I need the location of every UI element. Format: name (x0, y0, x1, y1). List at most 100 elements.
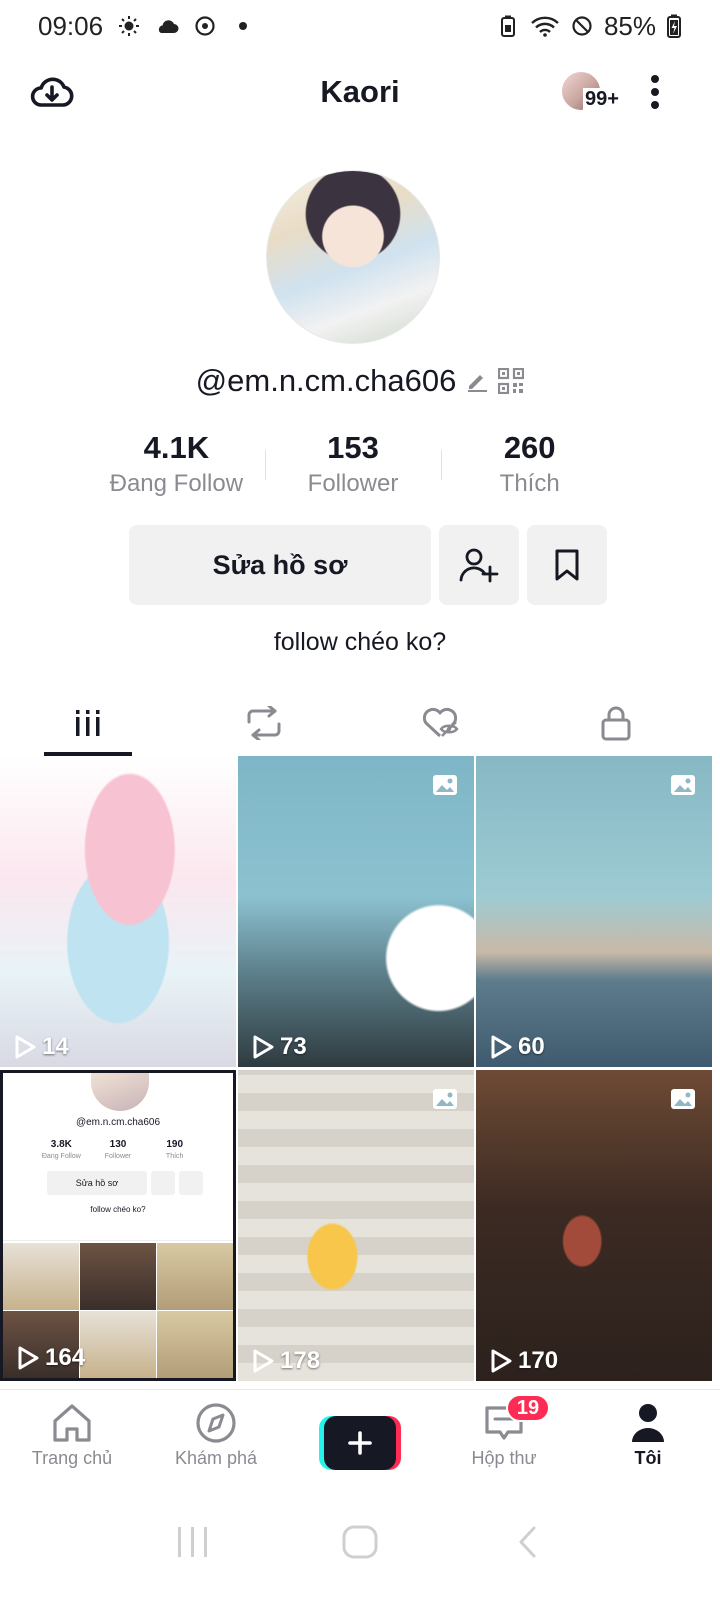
person-icon (632, 1404, 664, 1442)
username-row: @em.n.cm.cha606 (0, 360, 720, 402)
thumbnail-edit-button: Sửa hồ sơ (47, 1171, 147, 1195)
tab-liked[interactable] (352, 690, 528, 756)
thumbnail-stat-value: 3.8K (50, 1139, 72, 1150)
battery-saver-icon (496, 14, 520, 38)
home-icon (53, 1404, 91, 1442)
stat-value: 4.1K (143, 430, 210, 465)
home-button-icon[interactable] (336, 1518, 384, 1566)
wifi-icon (530, 14, 560, 38)
battery-charging-icon (666, 14, 682, 38)
nav-label: Trang chủ (31, 1448, 113, 1468)
play-icon (15, 1035, 36, 1059)
view-count-value: 170 (518, 1347, 559, 1374)
nav-create[interactable] (288, 1390, 432, 1483)
photo-post-icon (432, 774, 458, 796)
sync-icon (193, 14, 217, 38)
nav-label: Khám phá (174, 1448, 258, 1468)
nav-discover[interactable]: Khám phá (144, 1390, 288, 1483)
stat-value: 153 (327, 430, 379, 465)
thumbnail-stat-value: 190 (166, 1139, 184, 1150)
stat-following[interactable]: 4.1K Đang Follow (88, 428, 265, 502)
stat-label: Follower (307, 470, 399, 497)
video-tile[interactable]: 170 (476, 1070, 712, 1381)
view-count: 60 (490, 1033, 545, 1061)
add-user-icon (459, 548, 499, 583)
video-tile[interactable]: 14 (0, 756, 236, 1067)
nav-profile[interactable]: Tôi (576, 1390, 720, 1483)
view-count-value: 164 (45, 1344, 86, 1371)
notification-count: 99+ (583, 88, 621, 111)
cloud-icon (155, 14, 179, 38)
play-icon (253, 1035, 274, 1059)
stat-label: Đang Follow (109, 470, 244, 497)
compass-icon (196, 1403, 236, 1443)
view-count-value: 14 (42, 1033, 69, 1060)
add-friend-button[interactable] (439, 525, 519, 605)
video-tile[interactable]: 178 (238, 1070, 474, 1381)
bookmark-icon (555, 549, 579, 581)
stat-followers[interactable]: 153 Follower (264, 428, 442, 502)
profile-avatar[interactable] (266, 170, 440, 344)
nav-inbox[interactable]: Hộp thư 19 (432, 1390, 576, 1483)
thumbnail-stat-value: 130 (109, 1139, 127, 1150)
create-button[interactable] (319, 1416, 401, 1470)
photo-post-icon (670, 774, 696, 796)
back-icon[interactable] (503, 1518, 551, 1566)
play-icon (491, 1035, 512, 1059)
recents-icon[interactable] (169, 1518, 217, 1566)
battery-percent: 85% (603, 10, 656, 41)
tab-reposts[interactable] (176, 690, 352, 756)
view-count: 178 (252, 1347, 320, 1375)
system-navigation (0, 1483, 720, 1600)
username: @em.n.cm.cha606 (195, 363, 457, 398)
thumbnail-stat-label: Đang Follow (41, 1153, 81, 1160)
profile-actions: Sửa hồ sơ (129, 525, 607, 605)
view-count: 14 (14, 1033, 69, 1061)
nav-home[interactable]: Trang chủ (0, 1390, 144, 1483)
thumbnail-add-user-icon (151, 1171, 175, 1195)
edit-profile-button[interactable]: Sửa hồ sơ (129, 525, 431, 605)
bottom-navigation: Trang chủ Khám phá Hộp thư 19 Tôi (0, 1389, 720, 1483)
tab-videos[interactable] (0, 690, 176, 756)
view-count: 170 (490, 1347, 558, 1375)
edit-pencil-icon[interactable] (464, 368, 490, 394)
view-count-value: 178 (280, 1347, 321, 1374)
favorites-button[interactable] (527, 525, 607, 605)
nav-label: Tôi (634, 1448, 662, 1468)
play-icon (18, 1346, 39, 1370)
visitors-button[interactable]: 99+ (560, 68, 628, 116)
view-count-value: 73 (280, 1033, 307, 1060)
inbox-badge: 19 (506, 1394, 550, 1422)
grid-videos-icon (76, 710, 100, 736)
view-count-value: 60 (518, 1033, 545, 1060)
tab-private[interactable] (528, 690, 704, 756)
video-tile[interactable]: 60 (476, 756, 712, 1067)
content-tabs (0, 690, 720, 756)
thumbnail-tabs (3, 1225, 233, 1241)
nav-label: Hộp thư (471, 1448, 537, 1468)
thumbnail-username: @em.n.cm.cha606 (75, 1117, 161, 1128)
stat-likes[interactable]: 260 Thích (441, 428, 618, 502)
play-icon (491, 1349, 512, 1373)
thumbnail-stat-label: Follower (104, 1153, 132, 1160)
plus-icon (348, 1431, 372, 1455)
status-time: 09:06 (38, 10, 104, 41)
video-tile[interactable]: @em.n.cm.cha606 3.8K Đang Follow 130 Follo… (0, 1070, 236, 1381)
thumbnail-bio: follow chéo ko? (90, 1205, 146, 1214)
status-bar: 09:06 85% (0, 0, 720, 52)
video-tile[interactable]: 73 (238, 756, 474, 1067)
view-count: 73 (252, 1033, 307, 1061)
thumbnail-stats: 3.8K Đang Follow 130 Follower 190 Thích (33, 1139, 203, 1160)
stat-label: Thích (499, 470, 560, 497)
photo-post-icon (670, 1088, 696, 1110)
more-menu-icon[interactable] (640, 70, 670, 114)
thumbnail-bookmark-icon (179, 1171, 203, 1195)
dot-icon (231, 14, 255, 38)
profile-header: Kaori 99+ (0, 60, 720, 124)
profile-stats: 4.1K Đang Follow 153 Follower 260 Thích (88, 428, 618, 502)
sun-icon (117, 14, 141, 38)
qr-code-icon[interactable] (498, 368, 525, 394)
photo-post-icon (432, 1088, 458, 1110)
stat-value: 260 (503, 430, 556, 465)
lock-icon (601, 706, 631, 741)
